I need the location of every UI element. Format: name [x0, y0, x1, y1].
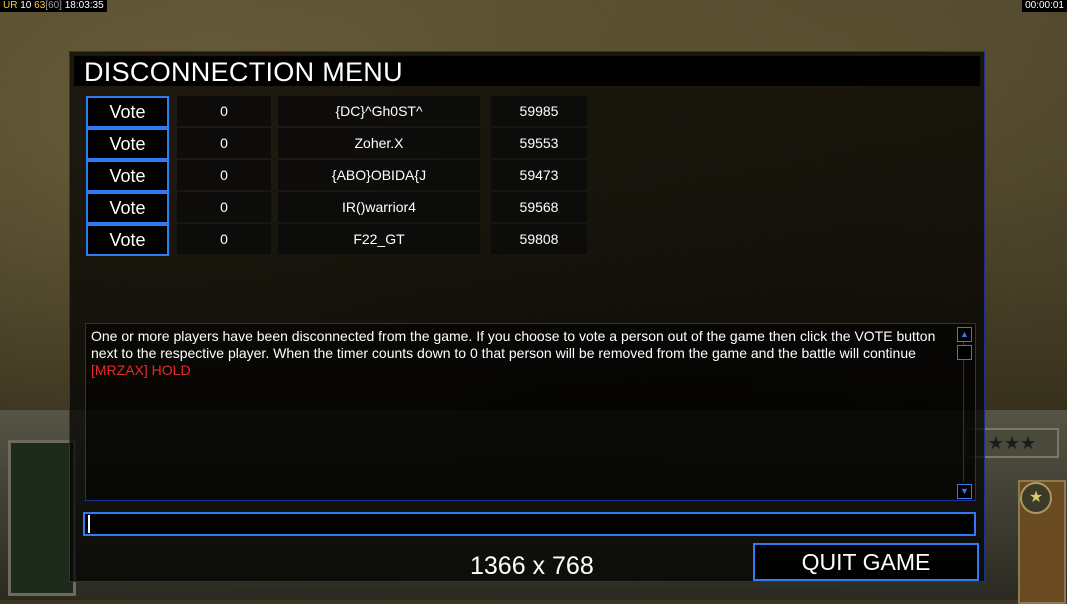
player-name: {ABO}OBIDA{J: [278, 160, 480, 190]
top-left-status: UR 10 63[60] 18:03:35: [0, 0, 107, 12]
player-name: IR()warrior4: [278, 192, 480, 222]
status-value-1: 10: [20, 0, 32, 11]
player-name: Zoher.X: [278, 128, 480, 158]
vote-count: 0: [177, 192, 271, 222]
player-timer: 59553: [491, 128, 587, 158]
radar-panel: [8, 440, 76, 596]
vote-button[interactable]: Vote: [86, 128, 169, 160]
status-ur: UR: [3, 0, 18, 11]
chat-input[interactable]: [83, 512, 976, 536]
player-timer: 59808: [491, 224, 587, 254]
vote-count: 0: [177, 96, 271, 126]
scroll-track[interactable]: [963, 342, 964, 482]
title-bar: DISCONNECTION MENU: [74, 56, 980, 87]
vote-button[interactable]: Vote: [86, 192, 169, 224]
status-clock: 18:03:35: [64, 0, 104, 11]
vote-button[interactable]: Vote: [86, 224, 169, 256]
player-timer: 59473: [491, 160, 587, 190]
player-timer: 59568: [491, 192, 587, 222]
resolution-label: 1366 x 768: [470, 552, 594, 580]
vote-count: 0: [177, 128, 271, 158]
message-text: One or more players have been disconnect…: [91, 328, 951, 379]
chat-message: [MRZAX] HOLD: [91, 362, 191, 378]
status-value-2: 63: [34, 0, 46, 11]
vote-button[interactable]: Vote: [86, 96, 169, 128]
star-badge-icon: ★: [1020, 482, 1052, 514]
vote-button[interactable]: Vote: [86, 160, 169, 192]
game-timer: 00:00:01: [1022, 0, 1067, 12]
dialog-title: DISCONNECTION MENU: [84, 57, 403, 87]
disconnect-info: One or more players have been disconnect…: [91, 328, 936, 361]
player-name: {DC}^Gh0ST^: [278, 96, 480, 126]
player-name: F22_GT: [278, 224, 480, 254]
message-box[interactable]: One or more players have been disconnect…: [85, 323, 976, 501]
vote-count: 0: [177, 224, 271, 254]
text-cursor: [88, 515, 90, 533]
disconnection-dialog: DISCONNECTION MENU Vote 0 {DC}^Gh0ST^ 59…: [69, 51, 985, 582]
scrollbar[interactable]: ▲ ▼: [956, 325, 973, 499]
vote-count: 0: [177, 160, 271, 190]
scroll-down-arrow-icon[interactable]: ▼: [957, 484, 972, 499]
scroll-thumb[interactable]: [957, 345, 972, 360]
status-value-3: [60]: [45, 0, 62, 11]
scroll-up-arrow-icon[interactable]: ▲: [957, 327, 972, 342]
quit-game-button[interactable]: QUIT GAME: [753, 543, 979, 581]
player-timer: 59985: [491, 96, 587, 126]
